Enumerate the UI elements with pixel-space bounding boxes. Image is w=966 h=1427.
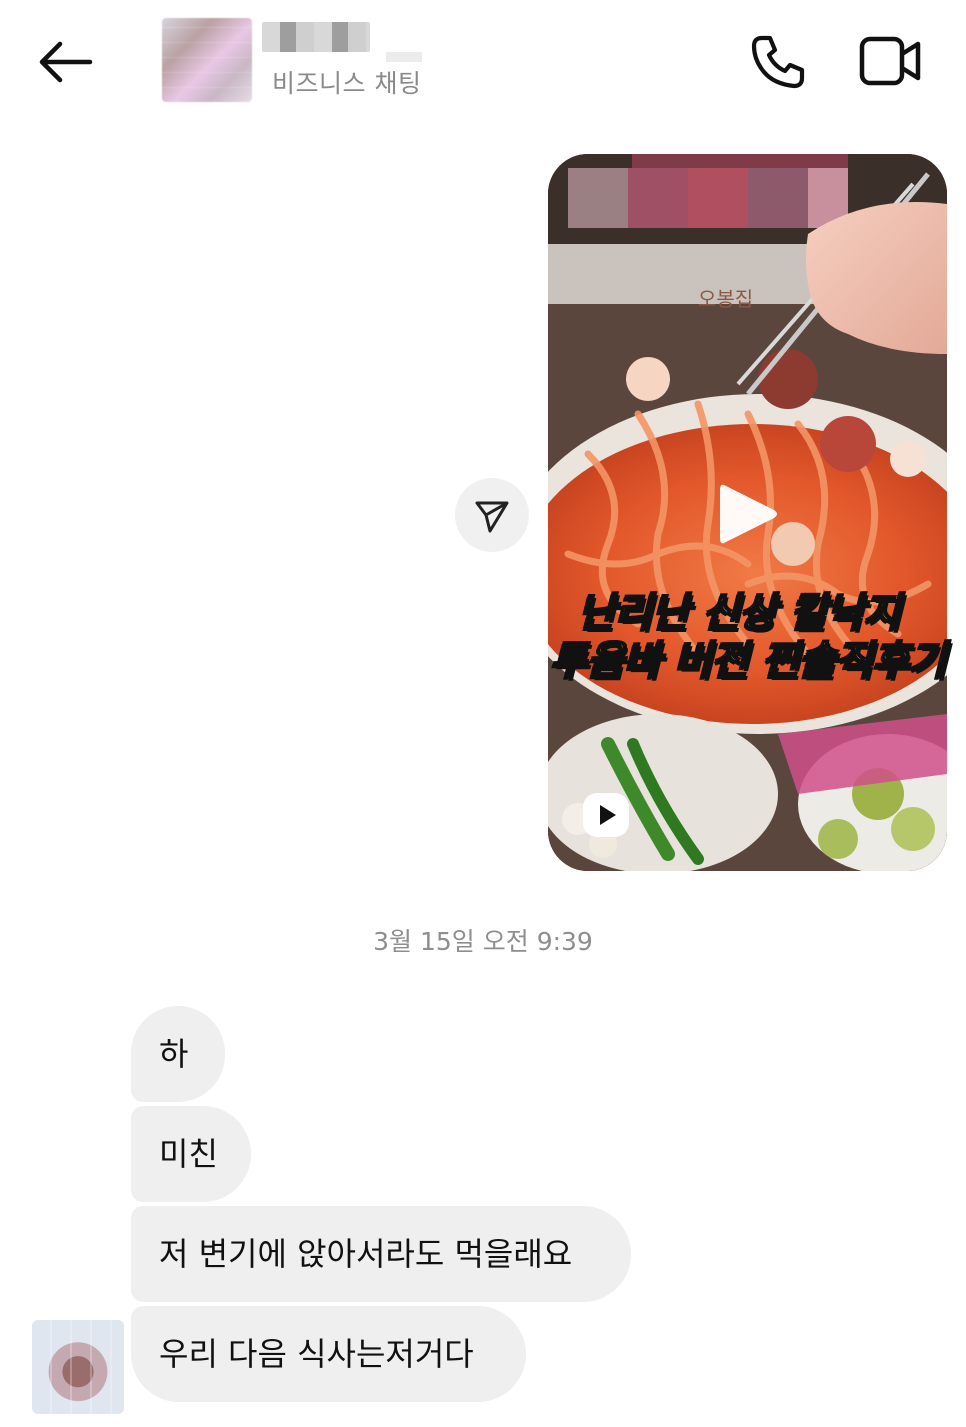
chat-type-label: 비즈니스 채팅	[272, 69, 422, 98]
video-camera-icon	[859, 36, 921, 86]
message-bubble[interactable]: 우리 다음 식사는저거다	[131, 1306, 526, 1402]
send-icon	[475, 501, 509, 533]
message-timestamp: 3월 15일 오전 9:39	[373, 927, 593, 956]
dm-thread-screen: 비즈니스 채팅 오봉집 난리난 신상 칼낙지 투움바 버전 찐솔직후기 3월 1…	[0, 0, 966, 1427]
play-icon	[720, 484, 777, 544]
contact-name-redacted-tail	[386, 52, 422, 62]
message-bubble[interactable]: 하	[131, 1006, 225, 1102]
reel-caption-line2: 투움바 버전 찐솔직후기	[549, 628, 947, 686]
video-call-button[interactable]	[858, 34, 924, 90]
contact-avatar[interactable]	[162, 18, 252, 102]
play-button[interactable]	[712, 478, 782, 550]
sender-avatar[interactable]	[32, 1320, 124, 1414]
message-bubble[interactable]: 미친	[131, 1106, 251, 1202]
phone-icon	[751, 35, 805, 89]
bowl-brand-text: 오봉집	[698, 287, 753, 311]
contact-name-redacted[interactable]	[262, 22, 370, 52]
arrow-left-icon	[39, 41, 93, 83]
caption-text-yellow: 투움바 버전	[549, 637, 749, 685]
reel-badge	[580, 790, 632, 840]
back-button[interactable]	[34, 36, 98, 88]
reels-icon	[583, 793, 629, 837]
voice-call-button[interactable]	[748, 32, 808, 92]
message-bubble[interactable]: 저 변기에 앉아서라도 먹을래요	[131, 1206, 631, 1302]
caption-text-white: 찐솔직후기	[747, 637, 947, 685]
share-button[interactable]	[455, 478, 529, 552]
